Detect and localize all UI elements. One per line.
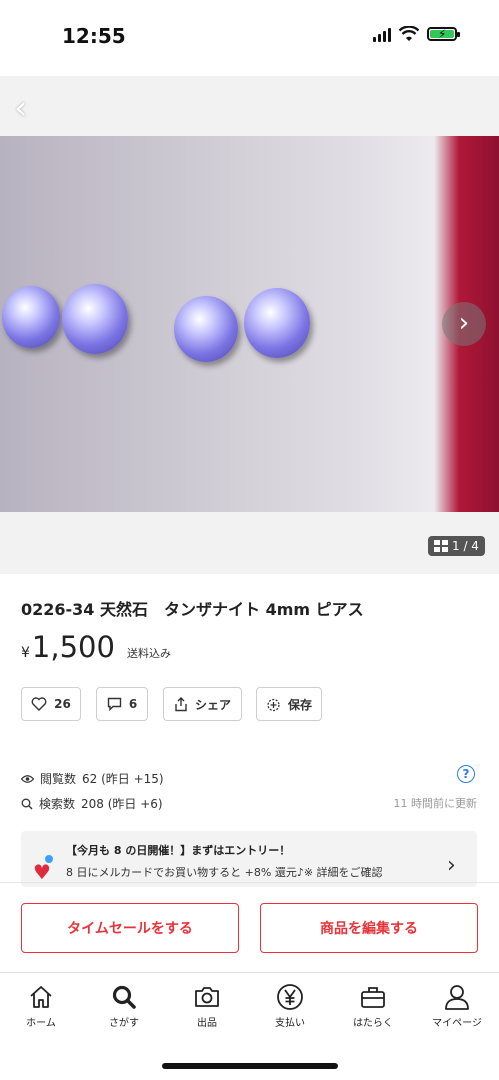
comment-icon: [107, 697, 122, 711]
next-image-button[interactable]: ›: [442, 302, 486, 346]
product-photo[interactable]: [0, 136, 499, 512]
search-icon: [112, 985, 136, 1009]
gem-image: [174, 296, 238, 362]
search-value: 208 (昨日 +6): [81, 797, 163, 811]
comment-count: 6: [128, 697, 138, 711]
nav-label: マイページ: [432, 1018, 482, 1029]
comment-button[interactable]: 6: [96, 687, 148, 721]
grid-icon: [434, 540, 448, 552]
nav-label: 出品: [197, 1018, 217, 1029]
top-bar: [0, 76, 499, 136]
share-icon: [175, 696, 187, 711]
eye-icon: [21, 774, 34, 783]
save-button[interactable]: 保存: [256, 687, 322, 721]
like-count: 26: [54, 697, 71, 711]
like-button[interactable]: 26: [21, 687, 81, 721]
nav-search[interactable]: さがす: [83, 982, 165, 1029]
wifi-icon: [399, 26, 419, 41]
heart-icon: [31, 697, 47, 711]
nav-label: さがす: [109, 1018, 139, 1029]
search-stat: 検索数 208 (昨日 +6): [21, 795, 163, 812]
nav-payment[interactable]: 支払い: [249, 982, 331, 1029]
back-chevron-icon[interactable]: ‹: [14, 88, 28, 128]
gem-image: [62, 284, 128, 354]
search-label: 検索数: [39, 797, 76, 811]
nav-label: 支払い: [275, 1018, 305, 1029]
person-icon: [445, 985, 469, 1010]
nav-sell[interactable]: 出品: [166, 982, 248, 1029]
yen-icon: [277, 984, 303, 1010]
image-counter[interactable]: 1 / 4: [428, 536, 485, 556]
divider: [0, 882, 499, 883]
camera-icon: [195, 987, 219, 1007]
price: ¥ 1,500 送料込み: [21, 630, 171, 664]
views-value: 62 (昨日 +15): [82, 772, 164, 786]
save-label: 保存: [287, 697, 312, 712]
home-icon: [30, 986, 52, 1008]
promo-dot-icon: [45, 855, 53, 863]
cellular-signal-icon: [373, 26, 391, 42]
nav-mypage[interactable]: マイページ: [416, 982, 498, 1029]
image-counter-text: 1 / 4: [452, 539, 479, 553]
search-icon: [21, 798, 33, 809]
promo-text: 8 日にメルカードでお買い物すると +8% 還元♪※ 詳細をご確認: [66, 866, 383, 879]
edit-item-button[interactable]: 商品を編集する: [260, 903, 478, 953]
save-icon: [267, 698, 280, 711]
currency-symbol: ¥: [21, 645, 30, 661]
battery-icon: ⚡: [427, 27, 460, 41]
promo-heart-icon: ♥: [33, 860, 51, 884]
help-icon[interactable]: ?: [457, 765, 475, 783]
gem-image: [244, 288, 310, 358]
photo-footer: [0, 512, 499, 574]
product-title: 0226-34 天然石 タンザナイト 4mm ピアス: [21, 600, 364, 619]
nav-home[interactable]: ホーム: [0, 982, 82, 1029]
price-amount: 1,500: [31, 630, 115, 664]
chevron-right-icon[interactable]: ›: [447, 853, 456, 878]
home-indicator: [162, 1063, 338, 1069]
promo-title: 【今月も 8 の日開催！】まずはエントリー！: [66, 844, 291, 857]
gem-image: [2, 286, 60, 348]
updated-time: 11 時間前に更新: [393, 797, 478, 810]
briefcase-icon: [361, 987, 385, 1008]
share-label: シェア: [194, 697, 231, 712]
nav-label: はたらく: [353, 1018, 393, 1029]
views-stat: 閲覧数 62 (昨日 +15): [21, 770, 164, 787]
views-label: 閲覧数: [40, 772, 77, 786]
status-icons: ⚡: [373, 26, 460, 42]
share-button[interactable]: シェア: [163, 687, 242, 721]
status-time: 12:55: [62, 24, 126, 48]
divider: [0, 972, 499, 973]
nav-work[interactable]: はたらく: [332, 982, 414, 1029]
shipping-label: 送料込み: [126, 647, 171, 660]
nav-label: ホーム: [26, 1018, 56, 1029]
timesale-button[interactable]: タイムセールをする: [21, 903, 239, 953]
